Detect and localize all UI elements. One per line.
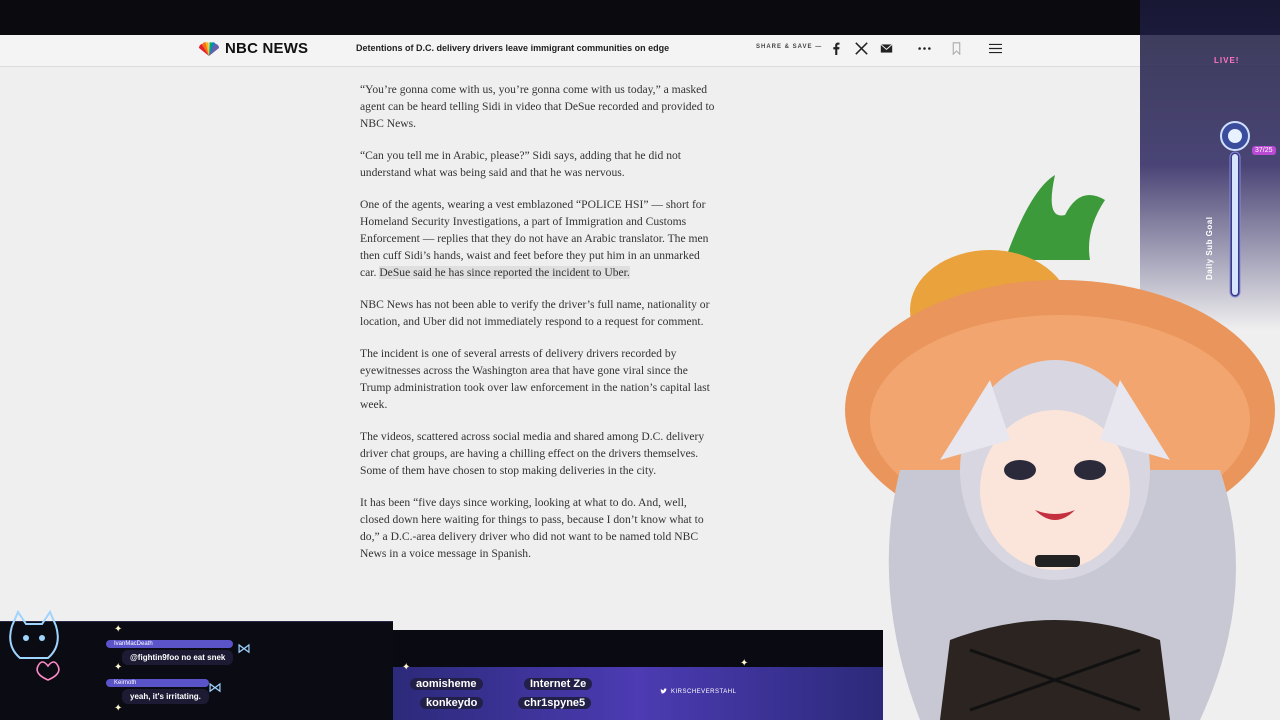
share-save-label[interactable]: SHARE & SAVE — bbox=[756, 44, 822, 50]
peacock-icon bbox=[198, 41, 220, 56]
star-icon: ✦ bbox=[114, 624, 123, 635]
bow-icon: ⋈ bbox=[208, 679, 222, 695]
twitter-handle: KIRSCHEVERSTAHL bbox=[660, 688, 736, 695]
sub-goal-count: 37/25 bbox=[1252, 146, 1276, 155]
site-header: NBC NEWS Detentions of D.C. delivery dri… bbox=[0, 35, 1280, 67]
recent-sub-name: chr1spyne5 bbox=[518, 697, 592, 709]
star-icon: ✦ bbox=[402, 662, 411, 673]
facebook-icon[interactable] bbox=[828, 40, 844, 56]
chat-cat-mascot-icon bbox=[9, 609, 60, 681]
more-icon[interactable] bbox=[916, 40, 932, 56]
recent-sub-name: aomisheme bbox=[410, 678, 483, 690]
chat-text: yeah, it's irritating. bbox=[122, 689, 209, 704]
x-twitter-icon[interactable] bbox=[853, 40, 869, 56]
highlighted-text: DeSue said he has since reported the inc… bbox=[379, 266, 630, 279]
recent-subs-ticker bbox=[393, 667, 883, 720]
star-icon: ✦ bbox=[114, 703, 123, 714]
recent-sub-name: konkeydo bbox=[420, 697, 484, 709]
article-paragraph: The videos, scattered across social medi… bbox=[360, 430, 705, 477]
chat-message: Keirnoth yeah, it's irritating. bbox=[92, 679, 209, 704]
chat-text: @fightin9foo no eat snek bbox=[122, 650, 234, 665]
article-paragraph: The incident is one of several arrests o… bbox=[360, 347, 710, 411]
twitter-bird-icon bbox=[660, 688, 667, 694]
chat-username: Keirnoth bbox=[106, 679, 209, 687]
article-paragraph: One of the agents, wearing a vest emblaz… bbox=[360, 196, 716, 281]
recent-sub-name: Internet Ze bbox=[524, 678, 593, 690]
stream-top-bar bbox=[0, 0, 1280, 35]
email-icon[interactable] bbox=[878, 40, 894, 56]
article-body: “You’re gonna come with us, you’re gonna… bbox=[360, 81, 716, 577]
article-paragraph: It has been “five days since working, lo… bbox=[360, 496, 704, 560]
vtuber-avatar bbox=[845, 175, 1275, 720]
twitter-handle-text: KIRSCHEVERSTAHL bbox=[671, 688, 737, 695]
article-paragraph: “You’re gonna come with us, you’re gonna… bbox=[360, 83, 715, 130]
hamburger-menu-icon[interactable] bbox=[987, 40, 1003, 56]
bow-icon: ⋈ bbox=[237, 640, 251, 656]
chat-message: IvanMacDeath @fightin9foo no eat snek bbox=[92, 640, 234, 665]
live-badge: LIVE! bbox=[1214, 56, 1240, 65]
article-paragraph: NBC News has not been able to verify the… bbox=[360, 298, 710, 328]
chat-username: IvanMacDeath bbox=[106, 640, 234, 648]
logo-text: NBC NEWS bbox=[225, 40, 309, 57]
article-paragraph: “Can you tell me in Arabic, please?” Sid… bbox=[360, 149, 682, 179]
header-headline: Detentions of D.C. delivery drivers leav… bbox=[356, 43, 670, 53]
nbc-logo[interactable]: NBC NEWS bbox=[197, 40, 308, 57]
star-icon: ✦ bbox=[740, 658, 749, 669]
bookmark-icon[interactable] bbox=[948, 40, 964, 56]
